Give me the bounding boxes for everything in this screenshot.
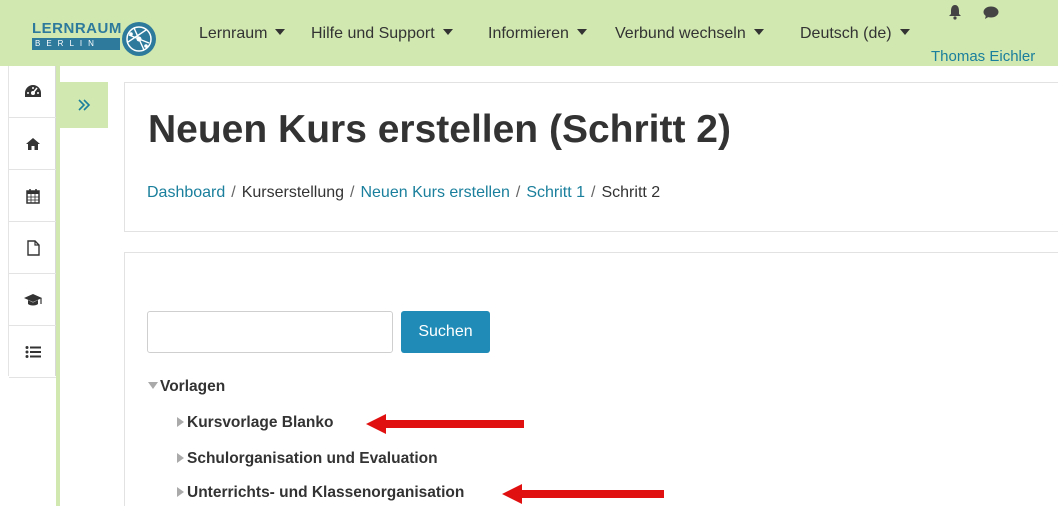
nav-menu-informieren[interactable]: Informieren xyxy=(488,25,587,43)
breadcrumb-neuen-kurs[interactable]: Neuen Kurs erstellen xyxy=(360,184,509,201)
breadcrumb: Dashboard / Kurserstellung / Neuen Kurs erst… xyxy=(147,184,660,202)
nav-menu-language[interactable]: Deutsch (de) xyxy=(800,25,910,43)
nav-menu-lernraum-label: Lernraum xyxy=(199,25,268,42)
tree-node-unterrichtsorganisation[interactable]: Unterrichts- und Klassenorganisation xyxy=(177,484,464,502)
home-icon xyxy=(26,137,40,150)
nav-menu-verbund-label: Verbund wechseln xyxy=(615,25,746,42)
breadcrumb-schritt-2: Schritt 2 xyxy=(601,184,661,201)
caret-down-icon xyxy=(899,29,910,35)
sidebar-item-list[interactable] xyxy=(9,326,57,378)
chat-icon[interactable] xyxy=(983,6,999,20)
page-header-card xyxy=(124,82,1058,232)
left-icon-bar xyxy=(8,66,57,378)
sidebar-edge xyxy=(56,66,60,506)
breadcrumb-dashboard[interactable]: Dashboard xyxy=(147,184,225,201)
lernraum-logo[interactable]: LERNRAUM BERLIN xyxy=(32,20,172,64)
tree-node-vorlagen[interactable]: Vorlagen xyxy=(148,378,225,396)
logo-subtext: BERLIN xyxy=(32,38,120,50)
breadcrumb-separator: / xyxy=(591,184,596,201)
breadcrumb-separator: / xyxy=(350,184,355,201)
tree-node-kursvorlage-blanko[interactable]: Kursvorlage Blanko xyxy=(177,414,333,432)
sidebar-item-courses[interactable] xyxy=(9,274,57,326)
sidebar-item-dashboard[interactable] xyxy=(9,66,57,118)
user-menu-name[interactable]: Thomas Eichler xyxy=(931,48,1035,65)
nav-menu-hilfe[interactable]: Hilfe und Support xyxy=(311,25,453,43)
double-chevron-right-icon xyxy=(78,99,91,111)
annotation-arrow-icon xyxy=(366,414,524,434)
calendar-icon xyxy=(26,188,40,204)
sidebar-item-home[interactable] xyxy=(9,118,57,170)
collapsed-triangle-icon xyxy=(177,487,184,497)
logo-text: LERNRAUM xyxy=(32,20,122,37)
search-input[interactable] xyxy=(147,311,393,353)
search-button[interactable]: Suchen xyxy=(401,311,490,353)
annotation-arrow-icon xyxy=(502,484,664,504)
caret-down-icon xyxy=(275,29,286,35)
drawer-toggle-button[interactable] xyxy=(60,82,108,128)
caret-down-icon xyxy=(753,29,764,35)
tree-node-vorlagen-label: Vorlagen xyxy=(160,378,226,395)
tree-node-label: Schulorganisation und Evaluation xyxy=(187,450,438,467)
expanded-triangle-icon xyxy=(148,382,158,389)
sidebar-item-files[interactable] xyxy=(9,222,57,274)
collapsed-triangle-icon xyxy=(177,417,184,427)
list-icon xyxy=(25,345,41,358)
breadcrumb-separator: / xyxy=(231,184,236,201)
breadcrumb-schritt-1[interactable]: Schritt 1 xyxy=(526,184,585,201)
bell-icon[interactable] xyxy=(948,4,962,20)
nav-menu-lernraum[interactable]: Lernraum xyxy=(199,25,286,43)
top-navbar: LERNRAUM BERLIN Lernraum Hilfe und Suppo… xyxy=(0,0,1058,66)
nav-menu-language-label: Deutsch (de) xyxy=(800,25,892,42)
caret-down-icon xyxy=(442,29,453,35)
sidebar-item-calendar[interactable] xyxy=(9,170,57,222)
graduation-cap-icon xyxy=(24,293,42,305)
tree-node-label: Unterrichts- und Klassenorganisation xyxy=(187,484,465,501)
dashboard-icon xyxy=(25,84,41,97)
page-title: Neuen Kurs erstellen (Schritt 2) xyxy=(148,108,731,151)
file-icon xyxy=(26,239,40,256)
logo-globe-icon xyxy=(122,22,156,56)
breadcrumb-kurserstellung: Kurserstellung xyxy=(241,184,345,201)
nav-menu-hilfe-label: Hilfe und Support xyxy=(311,25,435,42)
breadcrumb-separator: / xyxy=(515,184,521,201)
nav-menu-informieren-label: Informieren xyxy=(488,25,569,42)
collapsed-triangle-icon xyxy=(177,453,184,463)
nav-menu-verbund[interactable]: Verbund wechseln xyxy=(615,25,764,43)
caret-down-icon xyxy=(576,29,587,35)
tree-node-label: Kursvorlage Blanko xyxy=(187,414,334,431)
tree-node-schulorganisation[interactable]: Schulorganisation und Evaluation xyxy=(177,450,438,468)
